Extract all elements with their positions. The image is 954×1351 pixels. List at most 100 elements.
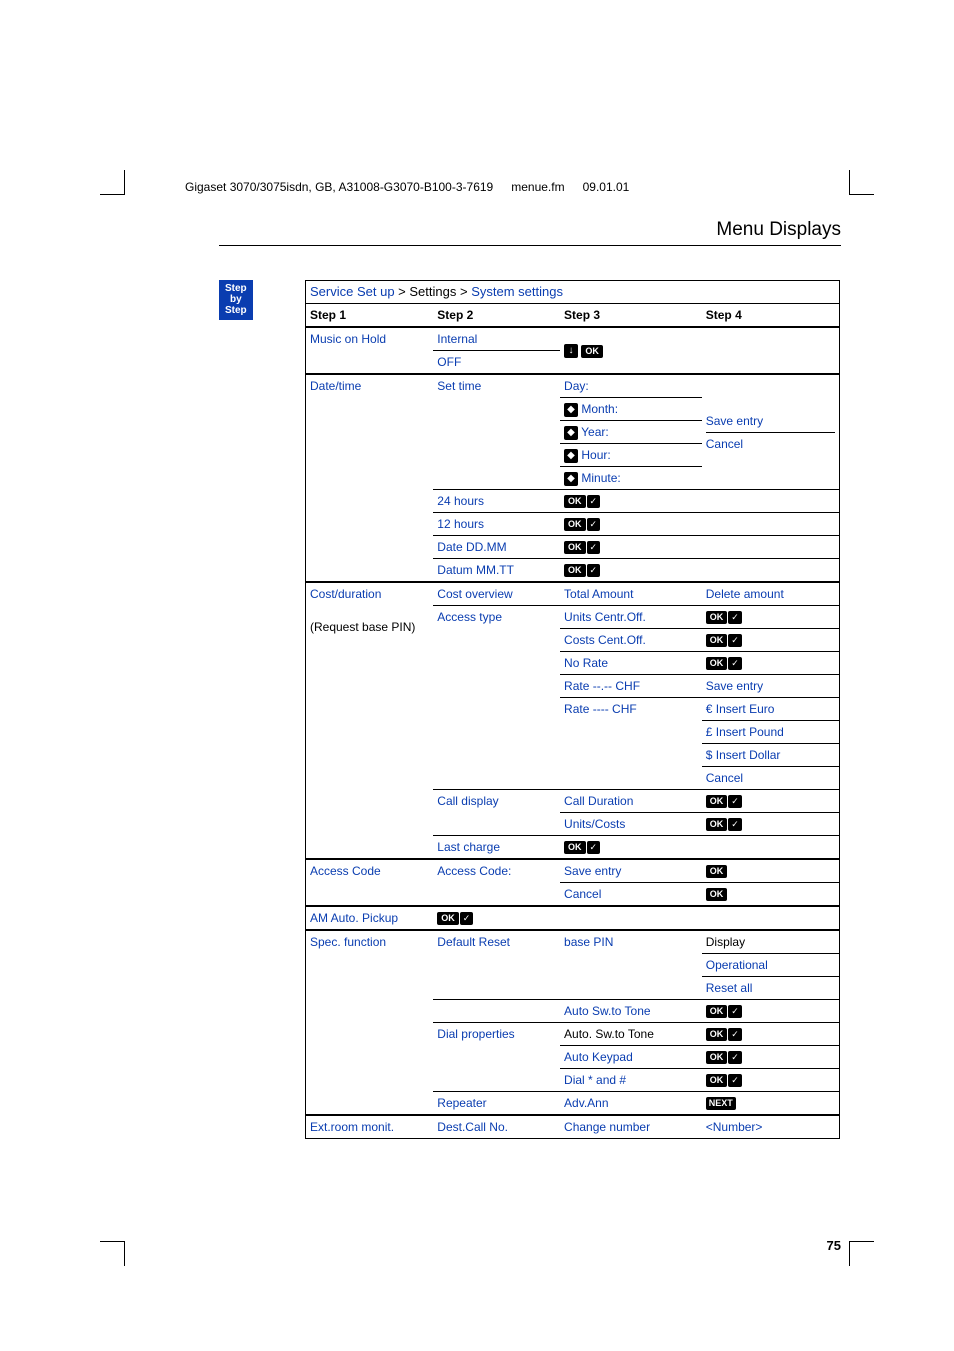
col-step3: Step 3 [560,304,702,328]
cell-year: ◆ Year: [560,421,702,444]
cell-defaultreset: Default Reset [433,930,560,1000]
cell-extroom: Ext.room monit. [306,1115,434,1139]
lbl-month: Month: [581,402,618,416]
lbl-requestbase: (Request base PIN) [310,618,429,636]
check-icon: ✓ [728,657,742,670]
header-date: 09.01.01 [583,180,630,194]
check-icon: ✓ [587,518,601,531]
ok-key: OK [706,1005,728,1018]
crop-mark-br [849,1241,874,1266]
cell-euro: € Insert Euro [702,698,840,721]
cell-rate2: Rate ---- CHF [560,698,702,790]
badge-l3: Step [225,305,247,316]
right-arrow-icon: ◆ [564,403,578,417]
check-icon: ✓ [728,1051,742,1064]
breadcrumb-row: Service Set up > Settings > System setti… [306,281,840,304]
cell-lastcharge: Last charge [433,836,560,860]
cell-internal: Internal [433,327,560,351]
ok-key: OK [706,865,728,878]
cell-number: <Number> [702,1115,840,1139]
cell-costs-cent: Costs Cent.Off. [560,629,702,652]
cell-ok-ddmm: OK✓ [560,536,702,559]
cell-ok-dp1: OK✓ [702,1023,840,1046]
cell-music-on-hold: Music on Hold [306,327,434,374]
cell-dollar: $ Insert Dollar [702,744,840,767]
cell-unitscosts: Units/Costs [560,813,702,836]
ok-key: OK [437,912,459,925]
cell-display: Display [702,930,840,954]
down-arrow-icon: ↓ [564,344,578,358]
cell-ok-24: OK✓ [560,490,702,513]
cell-down-ok: ↓ OK [560,327,702,374]
cell-accesstype: Access type [433,606,560,790]
badge-l1: Step [225,283,247,294]
check-icon: ✓ [587,495,601,508]
cell-next: NEXT [702,1092,840,1116]
cell-ddmm: Date DD.MM [433,536,560,559]
cell-save-entry: Save entry [706,412,835,430]
cell-calldisplay: Call display [433,790,560,836]
col-step1: Step 1 [306,304,434,328]
cell-costoverview: Cost overview [433,582,560,606]
cell-ok-mmtt: OK✓ [560,559,702,583]
cell-off: OFF [433,351,560,375]
cell-operational: Operational [702,954,840,977]
cell-ok-ac2: OK [702,883,840,907]
bc-p1: Service Set up [310,284,395,299]
lbl-costduration: Cost/duration [310,585,429,603]
cell-dialprop: Dial properties [433,1023,560,1092]
right-arrow-icon: ◆ [564,449,578,463]
cell-ok-u: OK✓ [702,606,840,629]
cell-saveentry3: Save entry [560,859,702,883]
badge-l2: by [230,294,242,305]
crop-mark-tr [849,170,874,195]
step-badge: Step by Step [219,280,253,320]
ok-key: OK [564,495,586,508]
ok-key: OK [706,1028,728,1041]
cell-ok-12: OK✓ [560,513,702,536]
check-icon: ✓ [728,1005,742,1018]
col-step2: Step 2 [433,304,560,328]
ok-key: OK [706,1051,728,1064]
ok-key: OK [706,818,728,831]
cell-deleteamount: Delete amount [702,582,840,606]
cell-mmtt: Datum MM.TT [433,559,560,583]
cell-24h: 24 hours [433,490,560,513]
row-cost: Cost/duration (Request base PIN) Cost ov… [306,582,840,606]
cell-autosw: Auto Sw.to Tone [560,1000,702,1023]
menu-table: Service Set up > Settings > System setti… [305,280,840,1139]
cell-dialstar: Dial * and # [560,1069,702,1092]
check-icon: ✓ [728,795,742,808]
cell-empty [433,1000,560,1023]
header-row: Step 1 Step 2 Step 3 Step 4 [306,304,840,328]
next-key: NEXT [706,1097,736,1110]
cell-12h: 12 hours [433,513,560,536]
cell-empty [702,536,840,559]
cell-day: Day: [560,374,702,398]
check-icon: ✓ [728,1028,742,1041]
right-arrow-icon: ◆ [564,426,578,440]
cell-cancel2: Cancel [702,767,840,790]
cell-totalamount: Total Amount [560,582,702,606]
cell-ok-cd: OK✓ [702,790,840,813]
check-icon: ✓ [587,541,601,554]
ok-key: OK [564,541,586,554]
page-title: Menu Displays [716,219,841,241]
cell-ok-am: OK✓ [433,906,560,930]
bc-sep1: > [398,284,406,299]
ok-key: OK [706,634,728,647]
cell-units-centr: Units Centr.Off. [560,606,702,629]
cell-destcall: Dest.Call No. [433,1115,560,1139]
crop-mark-tl [100,170,125,195]
cell-saveentry2: Save entry [702,675,840,698]
check-icon: ✓ [728,1074,742,1087]
cell-basepin: base PIN [560,930,702,1000]
cell-resetall: Reset all [702,977,840,1000]
ok-key: OK [706,657,728,670]
bc-sep2: > [460,284,468,299]
cell-norate: No Rate [560,652,702,675]
row-datetime: Date/time Set time Day: Save entry Cance… [306,374,840,398]
cell-ok-ac: OK [702,859,840,883]
right-arrow-icon: ◆ [564,472,578,486]
cell-ok-ak: OK✓ [702,1046,840,1069]
